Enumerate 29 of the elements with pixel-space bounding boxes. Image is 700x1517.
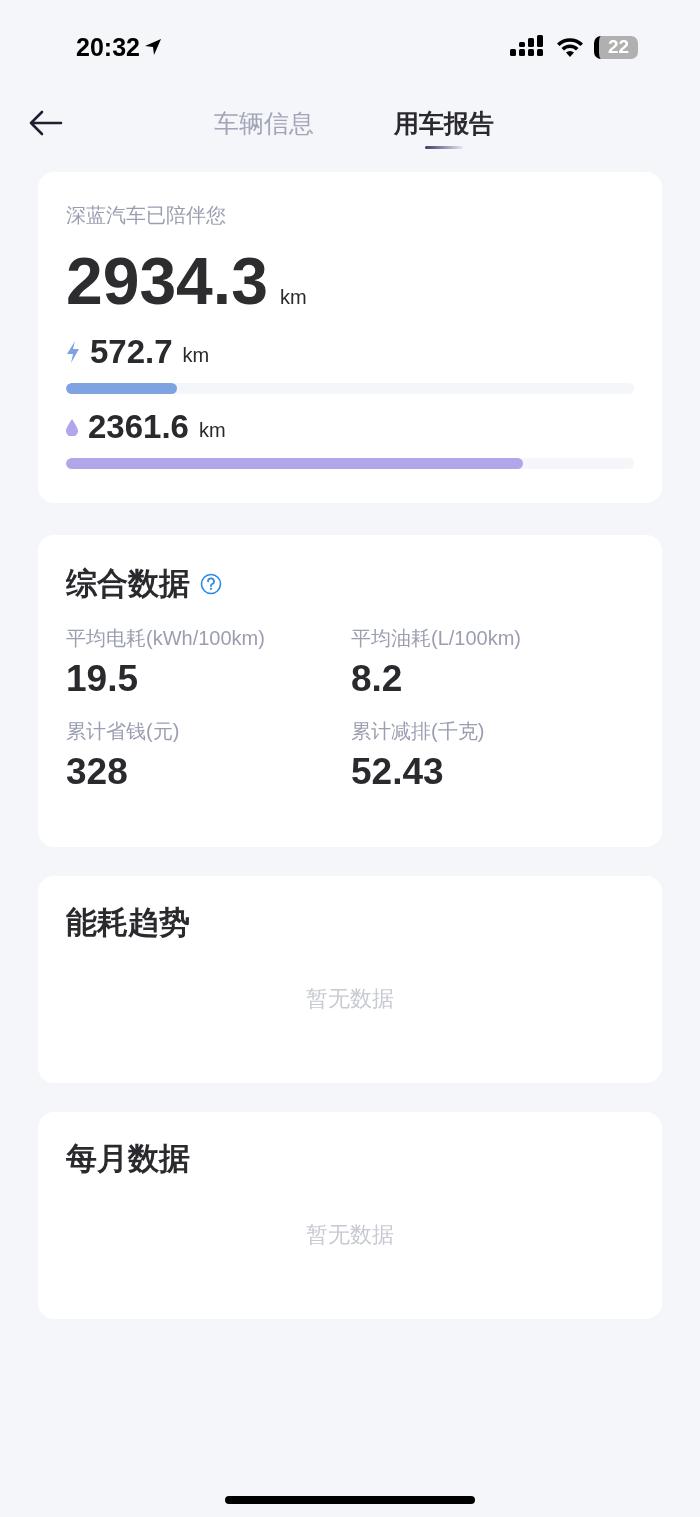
mileage-value: 572.7	[90, 333, 173, 371]
droplet-icon	[66, 418, 78, 436]
stat-label: 平均电耗(kWh/100km)	[66, 626, 266, 651]
stat-label: 累计减排(千克)	[351, 719, 486, 744]
back-button[interactable]	[28, 108, 64, 138]
stat-value: 52.43	[351, 751, 445, 793]
mileage-value: 2361.6	[88, 408, 189, 446]
section-title: 每月数据	[66, 1140, 191, 1178]
card-subtitle: 深蓝汽车已陪伴您	[66, 203, 227, 228]
stat-value: 8.2	[351, 658, 404, 700]
stat-value: 19.5	[66, 658, 139, 700]
stat-value: 328	[66, 751, 129, 793]
unit-label: km	[198, 418, 226, 442]
location-arrow-icon	[143, 38, 162, 56]
help-icon	[200, 573, 222, 595]
total-mileage: 2934.3	[66, 243, 268, 319]
stat-label: 累计省钱(元)	[66, 719, 181, 744]
clock-time: 20:32	[76, 32, 140, 62]
cellular-signal-icon	[510, 35, 546, 59]
unit-label: km	[182, 343, 210, 367]
section-title: 能耗趋势	[66, 904, 191, 942]
battery-percentage: 22	[607, 36, 630, 58]
wifi-icon	[555, 36, 585, 58]
lightning-bolt-icon	[66, 341, 80, 363]
section-title: 综合数据	[66, 565, 190, 603]
stat-label: 平均油耗(L/100km)	[351, 626, 523, 651]
unit-label: km	[279, 286, 307, 309]
back-arrow-icon	[28, 108, 64, 138]
tab[interactable]: 用车报告	[394, 97, 494, 149]
